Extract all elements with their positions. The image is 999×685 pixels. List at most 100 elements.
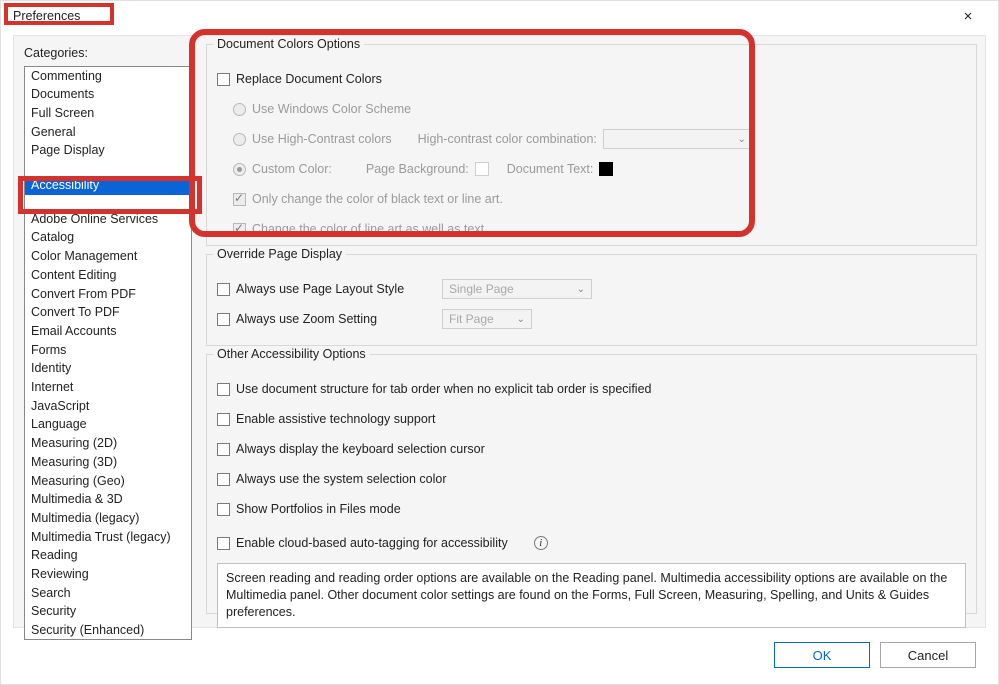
- category-item[interactable]: Internet: [25, 379, 191, 398]
- custom-color-radio[interactable]: [233, 163, 246, 176]
- layout-row: Always use Page Layout Style Single Page…: [217, 277, 966, 301]
- chevron-down-icon: ⌄: [517, 314, 525, 325]
- cloud-tagging-label: Enable cloud-based auto-tagging for acce…: [236, 536, 508, 550]
- category-item[interactable]: Color Management: [25, 248, 191, 267]
- hc-combo[interactable]: ⌄: [603, 129, 753, 149]
- cloud-tagging-checkbox[interactable]: [217, 537, 230, 550]
- other-opt-row: Always use the system selection color: [217, 467, 966, 491]
- use-high-contrast-radio[interactable]: [233, 133, 246, 146]
- only-black-label: Only change the color of black text or l…: [252, 192, 503, 206]
- zoom-combo-value: Fit Page: [449, 312, 494, 326]
- category-item[interactable]: Security (Enhanced): [25, 622, 191, 640]
- custom-color-label: Custom Color:: [252, 162, 332, 176]
- category-item[interactable]: Convert From PDF: [25, 285, 191, 304]
- zoom-checkbox[interactable]: [217, 313, 230, 326]
- tab-order-label: Use document structure for tab order whe…: [236, 382, 652, 396]
- category-item[interactable]: Multimedia & 3D: [25, 491, 191, 510]
- category-item[interactable]: Commenting: [25, 67, 191, 86]
- category-item[interactable]: JavaScript: [25, 397, 191, 416]
- category-item[interactable]: Content Editing: [25, 266, 191, 285]
- zoom-combo[interactable]: Fit Page ⌄: [442, 309, 532, 329]
- only-black-checkbox[interactable]: [233, 193, 246, 206]
- category-item[interactable]: Forms: [25, 341, 191, 360]
- titlebar: Preferences ×: [7, 5, 992, 27]
- assistive-checkbox[interactable]: [217, 413, 230, 426]
- page-bg-label: Page Background:: [366, 162, 469, 176]
- category-item[interactable]: Security: [25, 603, 191, 622]
- window-title: Preferences: [13, 9, 80, 23]
- category-spacer: [25, 161, 191, 177]
- category-item[interactable]: Reviewing: [25, 566, 191, 585]
- layout-combo-value: Single Page: [449, 282, 514, 296]
- dialog-body: Categories: Commenting Documents Full Sc…: [13, 35, 986, 628]
- other-opt-row: Enable cloud-based auto-tagging for acce…: [217, 531, 966, 555]
- portfolios-checkbox[interactable]: [217, 503, 230, 516]
- hc-combo-label: High-contrast color combination:: [418, 132, 597, 146]
- replace-colors-label: Replace Document Colors: [236, 72, 382, 86]
- doc-text-swatch[interactable]: [599, 162, 613, 176]
- chevron-down-icon: ⌄: [738, 134, 746, 145]
- cancel-button[interactable]: Cancel: [880, 642, 976, 668]
- category-spacer: [25, 195, 191, 211]
- category-item[interactable]: Catalog: [25, 229, 191, 248]
- category-item[interactable]: Search: [25, 584, 191, 603]
- zoom-label: Always use Zoom Setting: [236, 312, 436, 326]
- custom-color-row: Custom Color: Page Background: Document …: [217, 157, 966, 181]
- categories-label: Categories:: [24, 46, 88, 60]
- category-item[interactable]: Measuring (Geo): [25, 472, 191, 491]
- page-bg-swatch[interactable]: [475, 162, 489, 176]
- document-colors-group: Document Colors Options Replace Document…: [206, 44, 977, 246]
- use-windows-radio[interactable]: [233, 103, 246, 116]
- tab-order-checkbox[interactable]: [217, 383, 230, 396]
- zoom-row: Always use Zoom Setting Fit Page ⌄: [217, 307, 966, 331]
- category-item[interactable]: Measuring (3D): [25, 453, 191, 472]
- ok-label: OK: [813, 648, 832, 663]
- assistive-label: Enable assistive technology support: [236, 412, 435, 426]
- line-art-row: Change the color of line art as well as …: [217, 217, 966, 241]
- preferences-dialog: Preferences × Categories: Commenting Doc…: [0, 0, 999, 685]
- hint-text: Screen reading and reading order options…: [226, 571, 947, 619]
- replace-colors-checkbox[interactable]: [217, 73, 230, 86]
- category-item-accessibility[interactable]: Accessibility: [25, 176, 191, 195]
- use-high-contrast-row: Use High-Contrast colors High-contrast c…: [217, 127, 966, 151]
- close-button[interactable]: ×: [948, 5, 988, 27]
- ok-button[interactable]: OK: [774, 642, 870, 668]
- layout-combo[interactable]: Single Page ⌄: [442, 279, 592, 299]
- category-item[interactable]: Documents: [25, 86, 191, 105]
- line-art-label: Change the color of line art as well as …: [252, 222, 488, 236]
- settings-panel: Document Colors Options Replace Document…: [206, 44, 977, 619]
- other-opt-row: Use document structure for tab order whe…: [217, 377, 966, 401]
- category-item[interactable]: Multimedia (legacy): [25, 509, 191, 528]
- category-item[interactable]: Identity: [25, 360, 191, 379]
- category-item[interactable]: Reading: [25, 547, 191, 566]
- info-icon[interactable]: i: [534, 536, 548, 550]
- use-high-contrast-label: Use High-Contrast colors: [252, 132, 392, 146]
- category-item[interactable]: Multimedia Trust (legacy): [25, 528, 191, 547]
- hint-text-box: Screen reading and reading order options…: [217, 563, 966, 628]
- cancel-label: Cancel: [908, 648, 948, 663]
- sys-selection-checkbox[interactable]: [217, 473, 230, 486]
- kb-cursor-checkbox[interactable]: [217, 443, 230, 456]
- category-item[interactable]: Page Display: [25, 142, 191, 161]
- category-item[interactable]: Email Accounts: [25, 322, 191, 341]
- category-item[interactable]: Language: [25, 416, 191, 435]
- replace-colors-row: Replace Document Colors: [217, 67, 966, 91]
- group-title: Document Colors Options: [213, 37, 364, 51]
- other-opt-row: Enable assistive technology support: [217, 407, 966, 431]
- portfolios-label: Show Portfolios in Files mode: [236, 502, 401, 516]
- category-item[interactable]: Measuring (2D): [25, 435, 191, 454]
- dialog-footer: OK Cancel: [774, 642, 976, 668]
- category-item[interactable]: General: [25, 123, 191, 142]
- category-item[interactable]: Adobe Online Services: [25, 210, 191, 229]
- other-accessibility-group: Other Accessibility Options Use document…: [206, 354, 977, 614]
- other-opt-row: Show Portfolios in Files mode: [217, 497, 966, 521]
- chevron-down-icon: ⌄: [577, 284, 585, 295]
- category-item[interactable]: Full Screen: [25, 104, 191, 123]
- other-opt-row: Always display the keyboard selection cu…: [217, 437, 966, 461]
- close-icon: ×: [964, 8, 973, 25]
- line-art-checkbox[interactable]: [233, 223, 246, 236]
- layout-checkbox[interactable]: [217, 283, 230, 296]
- categories-list[interactable]: Commenting Documents Full Screen General…: [24, 66, 192, 640]
- category-item[interactable]: Convert To PDF: [25, 304, 191, 323]
- kb-cursor-label: Always display the keyboard selection cu…: [236, 442, 485, 456]
